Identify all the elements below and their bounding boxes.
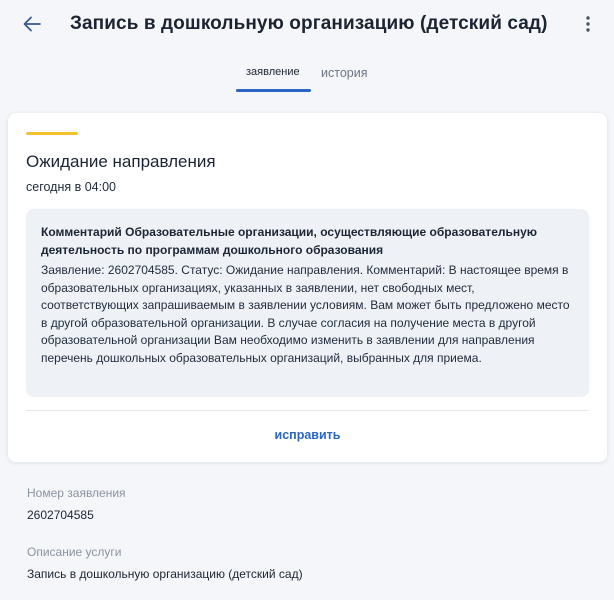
- comment-heading: Комментарий Образовательные организации,…: [41, 225, 538, 257]
- service-description-value: Запись в дошкольную организацию (детский…: [27, 567, 303, 581]
- back-button[interactable]: [20, 12, 44, 36]
- app-header: Запись в дошкольную организацию (детский…: [0, 0, 614, 48]
- tab-application[interactable]: заявление: [246, 66, 300, 78]
- application-number-label: Номер заявления: [27, 486, 126, 500]
- status-title: Ожидание направления: [26, 152, 216, 171]
- status-accent-bar: [26, 132, 78, 135]
- arrow-left-icon: [23, 16, 41, 32]
- comment-text: Заявление: 2602704585. Статус: Ожидание …: [41, 263, 570, 365]
- more-vertical-icon: [586, 16, 590, 32]
- more-options-button[interactable]: [576, 12, 600, 36]
- active-tab-indicator: [236, 89, 311, 92]
- status-card: Ожидание направления сегодня в 04:00 Ком…: [8, 113, 607, 462]
- page-title: Запись в дошкольную организацию (детский…: [70, 13, 548, 34]
- status-timestamp: сегодня в 04:00: [26, 180, 116, 194]
- tab-history[interactable]: история: [321, 66, 367, 80]
- fix-button[interactable]: исправить: [8, 428, 607, 442]
- tab-bar: заявление история: [0, 60, 614, 94]
- card-divider: [26, 410, 589, 411]
- application-number-value: 2602704585: [27, 508, 94, 522]
- comment-box: Комментарий Образовательные организации,…: [26, 209, 589, 397]
- service-description-label: Описание услуги: [27, 545, 122, 559]
